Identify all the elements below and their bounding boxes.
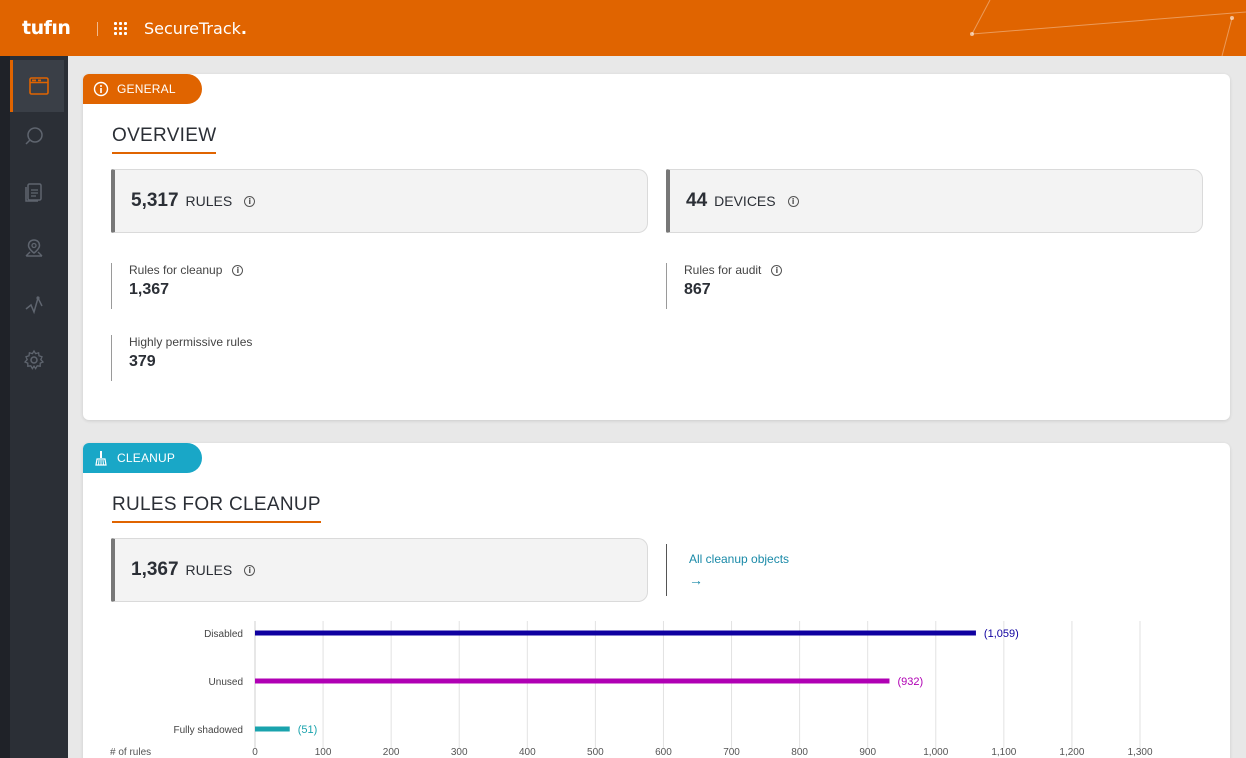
cleanup-rules-stat-box[interactable]: 1,367 RULES i [111, 538, 648, 602]
cleanup-card: CLEANUP RULES FOR CLEANUP 1,367 RULES i … [83, 443, 1230, 758]
rules-for-cleanup-title: RULES FOR CLEANUP [112, 494, 321, 523]
chart-category-label: Disabled [204, 629, 243, 640]
sidebar-item-reports[interactable] [10, 168, 58, 216]
chart-bar [255, 630, 976, 636]
chart-value-label: (51) [298, 724, 318, 736]
arrow-right-icon[interactable]: → [689, 572, 789, 588]
product-name-dot: . [240, 19, 247, 38]
cleanup-bar-chart: Disabled (1,059) Unused (932) Fully shadowed… [83, 613, 1230, 758]
chart-tick-label: 1,300 [1127, 747, 1152, 758]
rules-unit: RULES [185, 193, 233, 209]
sidebar [0, 56, 68, 758]
chart-bar [255, 678, 890, 684]
rules-count: 5,317 [131, 190, 179, 211]
general-tag: GENERAL [83, 74, 202, 104]
chart-x-axis-label: # of rules [110, 747, 151, 758]
metric-rules-audit[interactable]: Rules for audit i 867 [666, 263, 783, 309]
chart-tick-label: 600 [655, 747, 672, 758]
chart-category-label: Unused [209, 677, 243, 688]
sidebar-edge [0, 56, 10, 758]
metric-label: Rules for audit [684, 263, 762, 277]
overview-title: OVERVIEW [112, 125, 217, 154]
chart-tick-label: 0 [252, 747, 258, 758]
metric-label-wrap: Rules for cleanup i [129, 263, 244, 277]
search-icon [25, 127, 43, 145]
cleanup-rules-unit: RULES [185, 562, 233, 578]
metric-label-wrap: Rules for audit i [684, 263, 783, 277]
metric-value: 1,367 [129, 281, 170, 298]
info-icon[interactable]: i [244, 195, 256, 207]
metric-label: Rules for cleanup [129, 263, 223, 277]
browser-window-icon [28, 77, 49, 95]
chart-category-label: Fully shadowed [174, 725, 243, 736]
metric-highly-permissive[interactable]: Highly permissive rules 379 [111, 335, 252, 381]
gear-icon [23, 349, 45, 370]
info-circle-icon [93, 81, 109, 97]
chart-tick-label: 1,000 [923, 747, 948, 758]
general-card: GENERAL OVERVIEW 5,317 RULES i 44 DEVICE… [83, 74, 1230, 420]
info-icon[interactable]: i [232, 264, 244, 276]
top-bar: tufın SecureTrack. [0, 0, 1246, 56]
chart-bar [255, 726, 290, 732]
chart-tick-label: 700 [723, 747, 740, 758]
all-cleanup-objects-link-block[interactable]: All cleanup objects → [666, 544, 789, 596]
chart-tick-label: 500 [587, 747, 604, 758]
sidebar-item-map[interactable] [10, 224, 58, 272]
sidebar-item-path[interactable] [10, 280, 58, 328]
sidebar-item-overview[interactable] [10, 60, 64, 112]
metric-rules-cleanup[interactable]: Rules for cleanup i 1,367 [111, 263, 244, 309]
chart-tick-label: 1,200 [1059, 747, 1084, 758]
info-icon[interactable]: i [787, 195, 799, 207]
chart-tick-label: 1,100 [991, 747, 1016, 758]
chart-tick-label: 100 [315, 747, 332, 758]
chart-tick-label: 200 [383, 747, 400, 758]
tufin-logo[interactable]: tufın [22, 17, 71, 39]
metric-label-wrap: Highly permissive rules [129, 335, 252, 349]
cleanup-tag-label: CLEANUP [117, 451, 176, 465]
metric-value: 379 [129, 353, 156, 370]
sidebar-item-search[interactable] [10, 112, 58, 160]
cleanup-rules-count: 1,367 [131, 559, 179, 580]
map-pin-icon [25, 239, 43, 257]
metric-value: 867 [684, 281, 711, 298]
info-icon[interactable]: i [244, 564, 256, 576]
rules-stat-box[interactable]: 5,317 RULES i [111, 169, 648, 233]
chart-tick-label: 900 [859, 747, 876, 758]
devices-stat-box[interactable]: 44 DEVICES i [666, 169, 1203, 233]
chart-tick-label: 400 [519, 747, 536, 758]
metric-label: Highly permissive rules [129, 335, 253, 349]
cleanup-tag: CLEANUP [83, 443, 202, 473]
chart-svg: Disabled (1,059) Unused (932) Fully shadowed… [110, 621, 1153, 758]
chart-tick-label: 800 [791, 747, 808, 758]
general-tag-label: GENERAL [117, 82, 176, 96]
app-grid-icon[interactable] [114, 22, 128, 36]
devices-unit: DEVICES [714, 193, 776, 209]
product-name[interactable]: SecureTrack. [144, 19, 247, 38]
document-icon [25, 183, 42, 202]
path-graph-icon [25, 295, 43, 315]
chart-value-label: (1,059) [984, 628, 1019, 640]
header-separator [97, 22, 98, 36]
devices-count: 44 [686, 190, 708, 211]
sidebar-item-settings[interactable] [10, 336, 58, 384]
chart-value-label: (932) [897, 676, 923, 688]
broom-icon [93, 450, 109, 466]
product-name-text: SecureTrack [144, 19, 241, 38]
info-icon[interactable]: i [771, 264, 783, 276]
all-cleanup-objects-link[interactable]: All cleanup objects [689, 552, 789, 566]
chart-tick-label: 300 [451, 747, 468, 758]
